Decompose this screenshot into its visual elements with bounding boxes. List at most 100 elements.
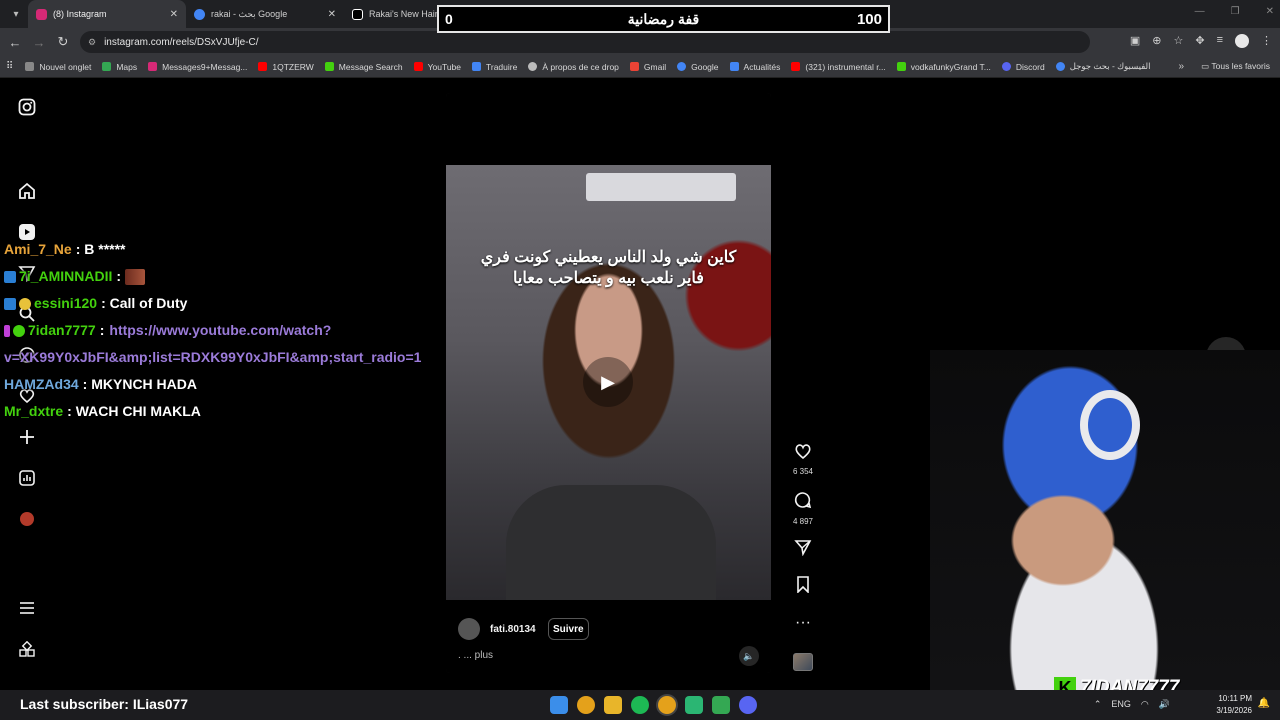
goal-title: قفة رمضانية xyxy=(627,11,700,27)
youtube-icon xyxy=(413,62,423,71)
bookmark-item[interactable]: Actualités xyxy=(729,62,780,72)
comment-icon[interactable] xyxy=(790,491,816,514)
chevron-up-icon[interactable]: ⌃ xyxy=(1094,699,1102,710)
file-explorer-icon[interactable] xyxy=(604,696,622,714)
save-action[interactable] xyxy=(790,576,816,598)
bookmark-item[interactable]: 1QTZERW xyxy=(258,61,314,72)
reel-video[interactable]: كاين شي ولد الناس يعطيني كونت فري فاير ن… xyxy=(446,165,771,600)
forward-icon[interactable]: → xyxy=(27,35,51,50)
clock-time: 10:11 PM xyxy=(1218,694,1252,703)
bookmark-item[interactable]: الفيسبوك - بحث جوجل xyxy=(1055,61,1151,72)
tab-google[interactable]: rakai - بحث Google ✕ xyxy=(186,0,344,28)
notification-bell-icon[interactable]: 🔔 xyxy=(1258,698,1270,709)
bookmark-item[interactable]: Maps xyxy=(102,62,137,72)
bookmark-item[interactable]: À propos de ce drop xyxy=(528,62,619,72)
chat-link[interactable]: v=XK99Y0xJbFI&amp;list=RDXK99Y0xJbFI&amp… xyxy=(4,344,421,371)
comment-action[interactable]: 4 897 xyxy=(790,491,816,526)
bookmark-label: YouTube xyxy=(427,61,461,72)
video-subject xyxy=(506,485,716,600)
bookmark-label: 1QTZERW xyxy=(272,61,314,72)
more-bookmarks-icon[interactable]: » xyxy=(1178,61,1184,72)
reload-icon[interactable]: ↻ xyxy=(51,34,75,50)
translate-icon xyxy=(472,62,481,71)
bookmark-icon xyxy=(25,62,35,71)
close-tab-icon[interactable]: ✕ xyxy=(170,9,178,20)
media-icon[interactable]: ≡ xyxy=(1217,34,1223,48)
author-username[interactable]: fati.80134 xyxy=(490,624,536,635)
dashboard-icon[interactable] xyxy=(17,468,37,488)
heart-icon[interactable] xyxy=(790,443,816,464)
windows-start-icon[interactable] xyxy=(550,696,568,714)
bookmark-item[interactable]: Google xyxy=(677,62,719,72)
tab-search-icon[interactable]: ▾ xyxy=(4,4,28,24)
clock[interactable]: 10:11 PM 3/19/2026 xyxy=(1216,693,1252,717)
reel-top-bar xyxy=(446,93,771,165)
bookmark-label: vodkafunkyGrand T... xyxy=(910,61,991,72)
menu-icon[interactable] xyxy=(17,598,37,618)
bookmark-item[interactable]: Traduire xyxy=(472,62,517,72)
bookmark-item[interactable]: vodkafunkyGrand T... xyxy=(896,61,991,72)
tiktok-favicon-icon xyxy=(352,8,363,20)
chat-link[interactable]: https://www.youtube.com/watch? xyxy=(109,317,331,344)
bookmark-item[interactable]: Gmail xyxy=(629,62,666,72)
speaker-icon[interactable]: 🔊 xyxy=(1159,699,1170,710)
bookmark-label: À propos de ce drop xyxy=(542,61,619,72)
wifi-icon[interactable]: ◠ xyxy=(1141,699,1149,710)
restore-icon[interactable]: ❐ xyxy=(1231,6,1240,17)
audio-thumbnail[interactable] xyxy=(793,653,813,671)
share-action[interactable] xyxy=(790,538,816,561)
bookmark-item[interactable]: Messages9+Messag... xyxy=(148,62,247,72)
chrome-active-icon[interactable] xyxy=(658,696,676,714)
bookmark-item[interactable]: YouTube xyxy=(413,61,461,72)
more-icon[interactable]: ··· xyxy=(790,614,816,632)
chat-message: Ami_7_Ne : B ***** xyxy=(4,236,444,263)
close-window-icon[interactable]: ✕ xyxy=(1266,6,1274,17)
address-bar[interactable]: ⚙ instagram.com/reels/DSxVJUfje-C/ xyxy=(80,31,1090,53)
all-bookmarks[interactable]: ▭ Tous les favoris xyxy=(1201,61,1270,72)
kebab-menu-icon[interactable]: ⋮ xyxy=(1261,34,1272,48)
reel-player[interactable]: كاين شي ولد الناس يعطيني كونت فري فاير ن… xyxy=(446,93,771,673)
language-indicator[interactable]: ENG xyxy=(1111,699,1131,710)
caption-more[interactable]: . ... plus xyxy=(458,650,493,661)
bookmark-item[interactable]: Discord xyxy=(1001,62,1045,72)
app-icon[interactable] xyxy=(685,696,703,714)
chat-username: 7idan7777 xyxy=(28,322,96,338)
instagram-logo-icon[interactable] xyxy=(17,97,37,117)
share-icon[interactable] xyxy=(790,538,816,561)
tab-instagram[interactable]: (8) Instagram ✕ xyxy=(28,0,186,28)
create-icon[interactable] xyxy=(17,427,37,447)
chrome-icon[interactable] xyxy=(577,696,595,714)
star-icon[interactable]: ☆ xyxy=(1173,34,1183,48)
bookmark-item[interactable]: Nouvel onglet xyxy=(25,62,91,72)
profile-icon[interactable] xyxy=(17,509,37,529)
follow-button[interactable]: Suivre xyxy=(548,618,589,640)
system-tray: ⌃ ENG ◠ 🔊 xyxy=(1094,699,1170,710)
profile-avatar-icon[interactable] xyxy=(1235,34,1249,48)
close-tab-icon[interactable]: ✕ xyxy=(328,9,336,20)
author-avatar[interactable] xyxy=(458,618,480,640)
more-action[interactable]: ··· xyxy=(790,614,816,632)
apps-grid-icon[interactable]: ⠿ xyxy=(6,61,13,72)
spotify-icon[interactable] xyxy=(631,696,649,714)
obs-icon[interactable] xyxy=(712,696,730,714)
chat-message: essini120 : Call of Duty xyxy=(4,290,444,317)
install-icon[interactable]: ▣ xyxy=(1130,34,1140,48)
bookmark-item[interactable]: Message Search xyxy=(324,62,403,72)
bookmark-item[interactable]: (321) instrumental r... xyxy=(791,62,886,72)
zoom-icon[interactable]: ⊕ xyxy=(1152,34,1161,48)
bookmark-icon[interactable] xyxy=(790,576,816,598)
play-icon[interactable]: ▶ xyxy=(583,357,633,407)
taskbar-apps xyxy=(550,696,757,714)
home-icon[interactable] xyxy=(17,181,37,201)
volume-icon[interactable]: 🔈 xyxy=(739,646,759,666)
kick-icon xyxy=(896,62,906,71)
extensions-icon[interactable]: ✥ xyxy=(1195,34,1204,48)
like-action[interactable]: 6 354 xyxy=(790,443,816,476)
discord-icon[interactable] xyxy=(739,696,757,714)
caption-line-1: كاين شي ولد الناس يعطيني كونت فري xyxy=(480,249,737,266)
minimize-icon[interactable]: — xyxy=(1195,6,1205,17)
youtube-icon xyxy=(791,62,801,71)
apps-icon[interactable] xyxy=(17,640,37,660)
site-info-icon[interactable]: ⚙ xyxy=(88,37,96,48)
back-icon[interactable]: ← xyxy=(3,35,27,50)
